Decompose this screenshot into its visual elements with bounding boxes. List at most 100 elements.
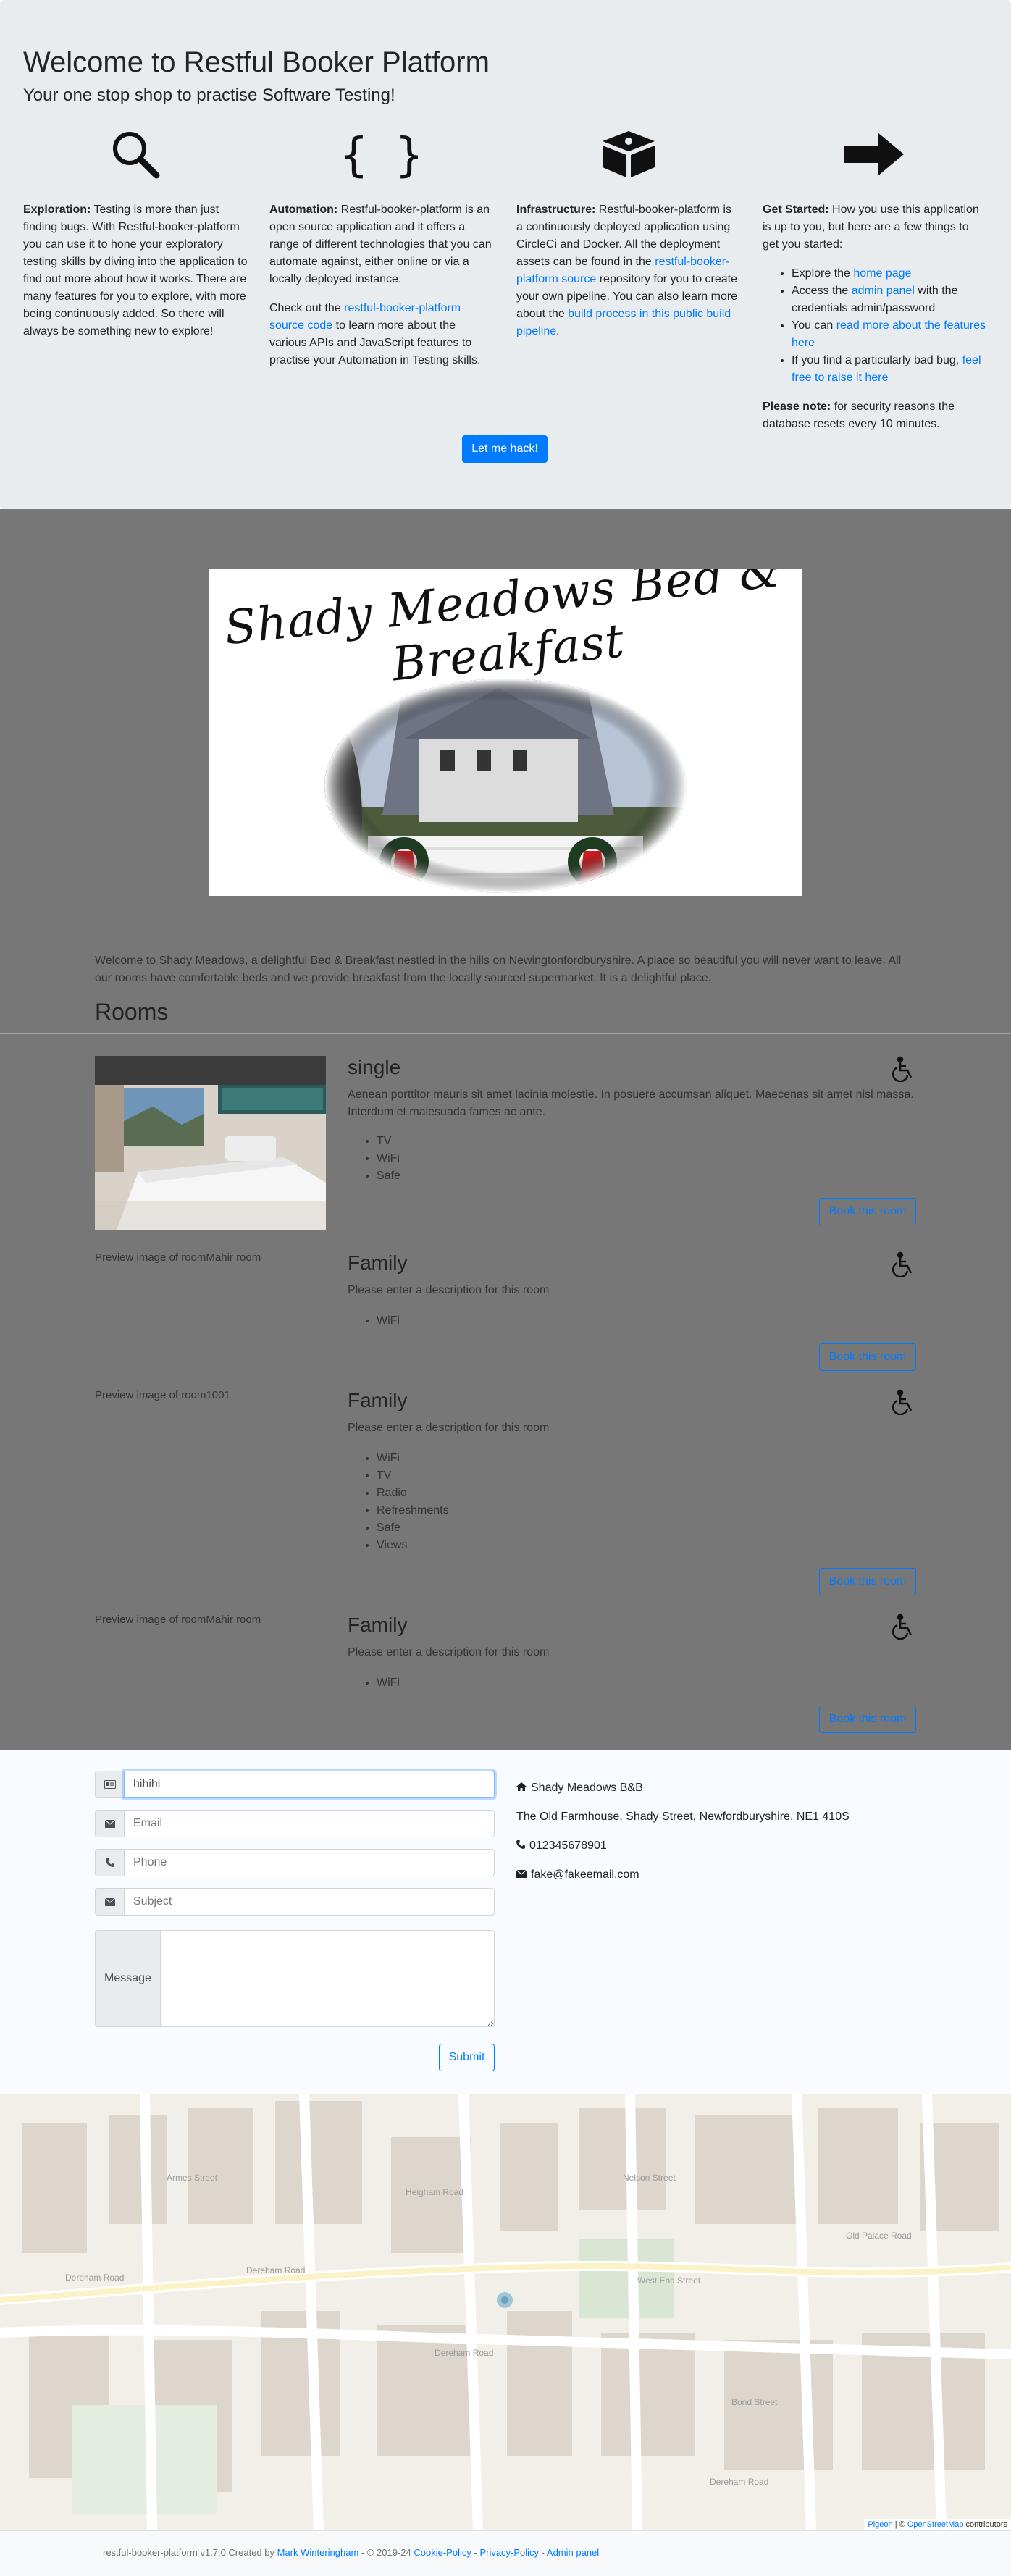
wheelchair-icon [890,1056,916,1083]
street-label: Dereham Road [65,2273,124,2283]
business-email: fake@fakeemail.com [516,1866,639,1884]
email-field[interactable] [124,1810,495,1837]
street-label: Heigham Road [406,2187,463,2197]
feature-automation: {{ }} Automation: Restful-booker-platfor… [269,122,494,381]
feature-item: WiFi [377,1150,400,1167]
hotel-description: Welcome to Shady Meadows, a delightful B… [95,955,902,984]
room-name: single [348,1056,401,1078]
feature-item: WiFi [377,1450,449,1467]
privacy-policy-link[interactable]: Privacy-Policy [479,2547,539,2558]
business-address: The Old Farmhouse, Shady Street, Newford… [516,1811,850,1823]
room-features: WiFi TV Radio Refreshments Safe Views [348,1450,449,1554]
room-features: WiFi [348,1674,400,1692]
map-attribution: Pigeon | © OpenStreetMap contributors [864,2519,1011,2530]
wheelchair-icon [890,1389,916,1416]
book-room-button[interactable]: Book this room [819,1343,916,1371]
street-label: Dereham Road [710,2477,768,2487]
envelope-icon [95,1810,124,1837]
get-started-list: Explore the home page Access the admin p… [763,265,987,387]
list-item: You can read more about the features her… [792,317,987,352]
room-image-alt: Preview image of roomMahir room [95,1251,261,1264]
subject-input-group [95,1888,495,1916]
feature-item: Radio [377,1485,449,1502]
feature-item: TV [377,1133,400,1150]
pigeon-link[interactable]: Pigeon [868,2520,892,2529]
book-room-button[interactable]: Book this room [819,1706,916,1733]
feature-item: WiFi [377,1312,400,1330]
book-room-button[interactable]: Book this room [819,1568,916,1595]
author-link[interactable]: Mark Winteringham [277,2547,359,2558]
cube-icon [516,122,741,187]
feature-item: Views [377,1537,449,1554]
name-field[interactable] [124,1771,495,1798]
envelope-icon [95,1888,124,1916]
street-label: Dereham Road [246,2265,305,2275]
feature-item: Refreshments [377,1502,449,1519]
room-description: Please enter a description for this room [348,1646,550,1658]
envelope-icon [516,1866,527,1884]
openstreetmap-link[interactable]: OpenStreetMap [907,2520,964,2529]
submit-button[interactable]: Submit [439,2044,495,2071]
room-image-alt: Preview image of roomMahir room [95,1614,261,1626]
cookie-policy-link[interactable]: Cookie-Policy [414,2547,471,2558]
list-item: Explore the home page [792,265,987,282]
home-page-link[interactable]: home page [853,267,911,280]
admin-panel-footer-link[interactable]: Admin panel [547,2547,599,2558]
feature-infrastructure: Infrastructure: Restful-booker-platform … [516,122,741,352]
room-features: WiFi [348,1312,400,1330]
room-image [95,1056,326,1230]
book-room-button[interactable]: Book this room [819,1198,916,1225]
page-subtitle: Your one stop shop to practise Software … [23,85,395,105]
street-label: Old Palace Road [846,2231,912,2241]
arrow-right-icon [763,122,987,187]
contact-section: Message Submit Shady Meadows B&B The Old… [0,1750,1011,2094]
list-item: If you find a particularly bad bug, feel… [792,352,987,387]
phone-icon [95,1849,124,1876]
room-description: Please enter a description for this room [348,1284,550,1296]
wheelchair-icon [890,1614,916,1640]
curly-braces-icon: {{ }} [269,122,494,187]
divider [0,1033,1011,1034]
feature-exploration: Exploration: Testing is more than just f… [23,122,248,352]
phone-icon [516,1837,525,1855]
list-item: Access the admin panel with the credenti… [792,282,987,317]
feature-item: WiFi [377,1674,400,1692]
admin-panel-link[interactable]: admin panel [852,285,915,297]
street-label: Nelson Street [623,2173,676,2183]
search-icon [23,122,248,187]
welcome-jumbotron: Welcome to Restful Booker Platform Your … [0,0,1011,509]
home-icon [516,1779,527,1797]
room-description: Aenean porttitor mauris sit amet lacinia… [348,1088,914,1118]
feature-item: TV [377,1467,449,1485]
message-label: Message [95,1930,160,2027]
let-me-hack-button[interactable]: Let me hack! [462,435,548,463]
rooms-heading: Rooms [95,999,169,1025]
feature-item: Safe [377,1167,400,1185]
phone-field[interactable] [124,1849,495,1876]
hotel-section: Shady Meadows Bed & Breakfast Welcome to… [0,509,1011,1750]
room-description: Please enter a description for this room [348,1422,550,1434]
id-card-icon [95,1771,124,1798]
street-label: Dereham Road [435,2348,493,2358]
page-title: Welcome to Restful Booker Platform [23,46,490,78]
room-image-alt: Preview image of room1001 [95,1389,230,1401]
business-name: Shady Meadows B&B [516,1779,643,1797]
hotel-logo: Shady Meadows Bed & Breakfast [209,569,802,896]
subject-field[interactable] [124,1888,495,1916]
message-field[interactable] [160,1930,495,2027]
svg-text:{{ }}: {{ }} [345,129,418,180]
wheelchair-icon [890,1251,916,1278]
name-input-group [95,1771,495,1798]
street-label: West End Street [637,2275,701,2286]
location-map[interactable]: Dereham Road Dereham Road Dereham Road D… [0,2094,1011,2530]
street-label: Bond Street [731,2397,778,2407]
room-name: Family [348,1614,408,1636]
footer: restful-booker-platform v1.7.0 Created b… [0,2530,1011,2576]
business-phone: 012345678901 [516,1837,607,1855]
feature-get-started: Get Started: How you use this applicatio… [763,122,987,445]
message-input-group: Message [95,1930,495,2027]
email-input-group [95,1810,495,1837]
street-label: Armes Street [167,2173,218,2183]
room-features: TV WiFi Safe [348,1133,400,1185]
phone-input-group [95,1849,495,1876]
